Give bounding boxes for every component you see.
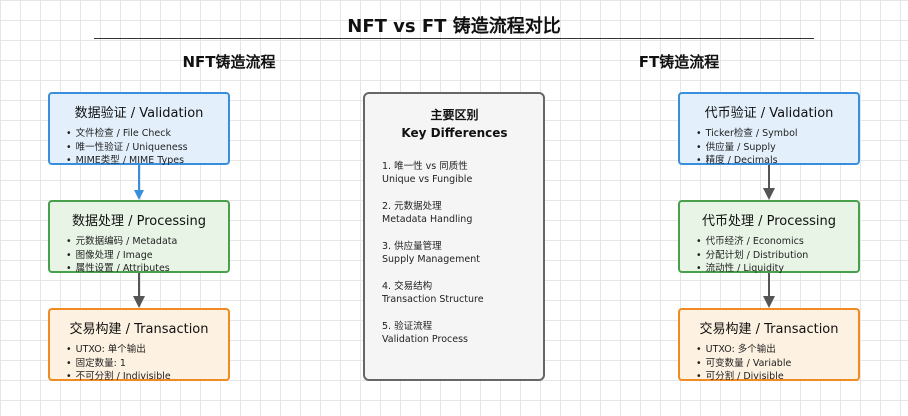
node-title: 代币验证 / Validation: [704, 106, 834, 121]
ft-flow-heading: FT铸造流程: [638, 53, 720, 71]
node-item: UTXO: 多个输出: [696, 343, 848, 357]
key-item-en: Transaction Structure: [382, 294, 484, 305]
key-item: 4. 交易结构 Transaction Structure: [382, 280, 527, 306]
node-item: 文件检查 / File Check: [66, 127, 218, 141]
node-item: MIME类型 / MIME Types: [66, 154, 218, 168]
key-item-en: Validation Process: [382, 334, 468, 345]
key-item: 3. 供应量管理 Supply Management: [382, 240, 527, 266]
key-item-zh: 1. 唯一性 vs 同质性: [382, 161, 468, 172]
node-item: 可变数量 / Variable: [696, 357, 848, 371]
key-item: 2. 元数据处理 Metadata Handling: [382, 200, 527, 226]
ft-validation-node: 代币验证 / Validation Ticker检查 / Symbol 供应量 …: [678, 92, 860, 168]
node-item: 固定数量: 1: [66, 357, 218, 371]
node-item: 元数据编码 / Metadata: [66, 235, 218, 249]
nft-transaction-node: 交易构建 / Transaction UTXO: 单个输出 固定数量: 1 不可…: [48, 308, 230, 384]
key-item-en: Supply Management: [382, 254, 480, 265]
diagram-title: NFT vs FT 铸造流程对比: [347, 16, 561, 37]
node-title: 交易构建 / Transaction: [69, 322, 209, 337]
key-item: 1. 唯一性 vs 同质性 Unique vs Fungible: [382, 160, 527, 186]
nft-processing-node: 数据处理 / Processing 元数据编码 / Metadata 图像处理 …: [48, 200, 230, 276]
node-item: 精度 / Decimals: [696, 154, 848, 168]
nft-flow-heading: NFT铸造流程: [182, 53, 276, 71]
node-item: 分配计划 / Distribution: [696, 249, 848, 263]
ft-transaction-node: 交易构建 / Transaction UTXO: 多个输出 可变数量 / Var…: [678, 308, 860, 384]
node-item: 唯一性验证 / Uniqueness: [66, 141, 218, 155]
key-item-en: Metadata Handling: [382, 214, 473, 225]
nft-validation-node: 数据验证 / Validation 文件检查 / File Check 唯一性验…: [48, 92, 230, 168]
node-item: 图像处理 / Image: [66, 249, 218, 263]
node-item: 代币经济 / Economics: [696, 235, 848, 249]
node-item: 属性设置 / Attributes: [66, 262, 218, 276]
ft-processing-node: 代币处理 / Processing 代币经济 / Economics 分配计划 …: [678, 200, 860, 276]
key-item-zh: 3. 供应量管理: [382, 241, 442, 252]
key-item-en: Unique vs Fungible: [382, 174, 473, 185]
node-title: 代币处理 / Processing: [701, 214, 837, 229]
key-item-zh: 5. 验证流程: [382, 321, 433, 332]
node-title: 数据处理 / Processing: [71, 214, 207, 229]
title-divider: [94, 38, 814, 39]
node-item: 流动性 / Liquidity: [696, 262, 848, 276]
node-item: Ticker检查 / Symbol: [696, 127, 848, 141]
node-item: 供应量 / Supply: [696, 141, 848, 155]
key-title-en: Key Differences: [401, 126, 508, 140]
node-item: UTXO: 单个输出: [66, 343, 218, 357]
node-item: 可分割 / Divisible: [696, 370, 848, 384]
key-item: 5. 验证流程 Validation Process: [382, 320, 527, 346]
key-item-zh: 2. 元数据处理: [382, 201, 442, 212]
key-differences-panel: 主要区别 Key Differences 1. 唯一性 vs 同质性 Uniqu…: [363, 92, 545, 381]
key-item-zh: 4. 交易结构: [382, 281, 433, 292]
node-item: 不可分割 / Indivisible: [66, 370, 218, 384]
node-title: 数据验证 / Validation: [74, 106, 204, 121]
node-title: 交易构建 / Transaction: [699, 322, 839, 337]
key-title-zh: 主要区别: [430, 108, 479, 122]
